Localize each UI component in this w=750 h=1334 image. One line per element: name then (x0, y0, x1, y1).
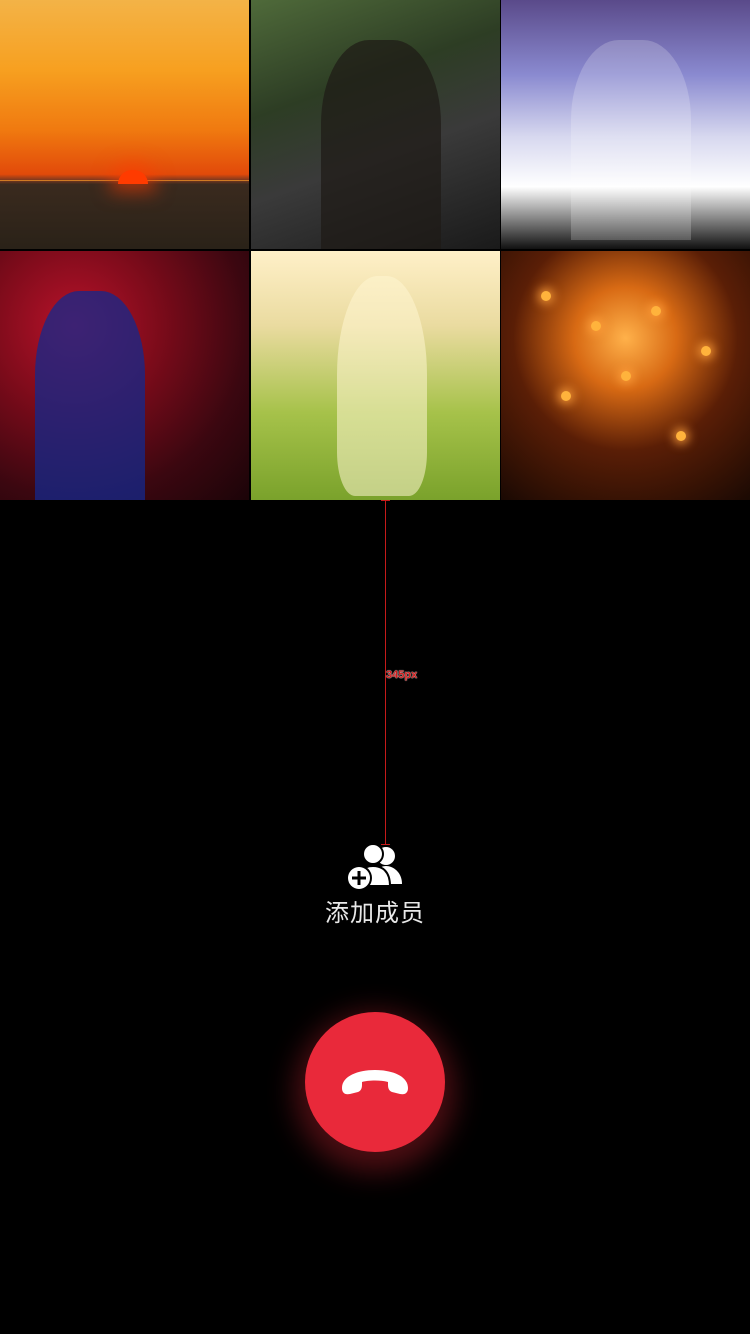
add-user-icon (342, 842, 408, 896)
participant-video-tile[interactable] (0, 0, 249, 249)
lantern (561, 391, 571, 401)
lantern (701, 346, 711, 356)
participant-video-tile[interactable] (501, 251, 750, 500)
end-call-button[interactable] (305, 1012, 445, 1152)
participant-figure (35, 291, 145, 500)
lantern (591, 321, 601, 331)
participant-figure (571, 40, 691, 240)
add-member-button[interactable]: 添加成员 (300, 842, 450, 928)
participant-video-tile[interactable] (501, 0, 750, 249)
measurement-guide-tick (381, 500, 390, 501)
participant-figure (337, 276, 427, 496)
add-member-label: 添加成员 (325, 899, 425, 927)
participant-video-tile[interactable] (0, 251, 249, 500)
lantern (621, 371, 631, 381)
lantern (676, 431, 686, 441)
participant-video-grid (0, 0, 750, 500)
lantern (651, 306, 661, 316)
measurement-label: 345px (386, 669, 418, 681)
end-call-icon (342, 1070, 408, 1095)
lantern (541, 291, 551, 301)
participant-figure (321, 40, 441, 249)
sun (118, 170, 148, 184)
participant-video-tile[interactable] (251, 251, 500, 500)
participant-video-tile[interactable] (251, 0, 500, 249)
